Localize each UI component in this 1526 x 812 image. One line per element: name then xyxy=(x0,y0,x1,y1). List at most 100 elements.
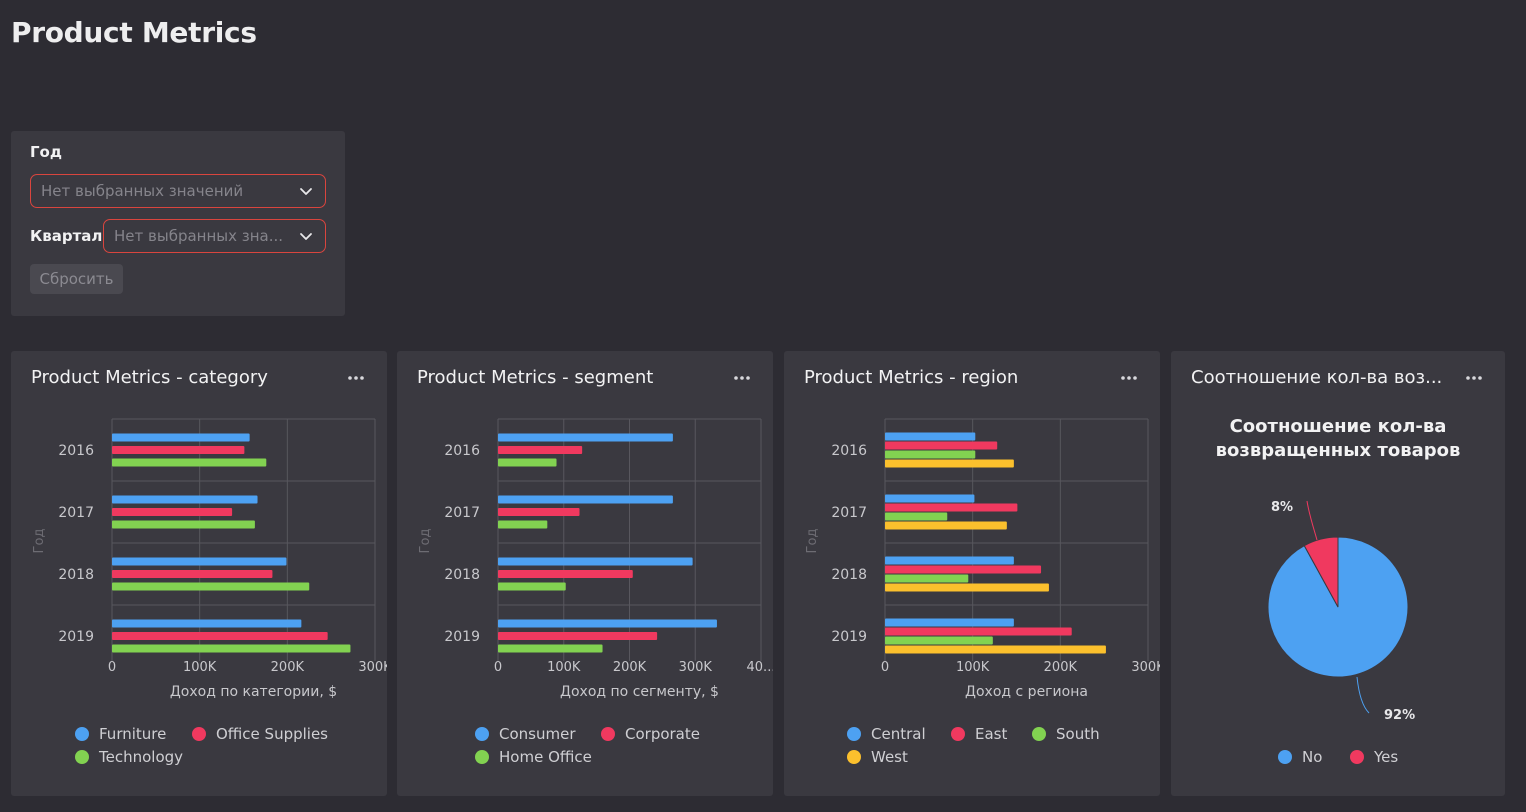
x-tick-label: 200K xyxy=(1044,660,1078,675)
legend-item[interactable]: Corporate xyxy=(601,725,700,743)
y-tick-label: 2019 xyxy=(444,629,480,645)
bar-chart-region: 0 100K 200K 300K 2016 2017 2018 2019 Год Доход с … xyxy=(805,418,1160,700)
legend-label: West xyxy=(871,748,908,766)
bar xyxy=(885,512,948,521)
legend-label: East xyxy=(975,725,1008,743)
legend-swatch xyxy=(1350,750,1364,764)
legend-item[interactable]: West xyxy=(847,748,908,766)
y-axis-label: Год xyxy=(32,529,47,554)
bar xyxy=(498,520,548,529)
legend-swatch xyxy=(75,750,89,764)
x-tick-label: 200K xyxy=(613,660,647,675)
legend-item[interactable]: Yes xyxy=(1350,748,1398,766)
year-filter-label: Год xyxy=(30,143,62,161)
legend-swatch xyxy=(601,727,615,741)
bar xyxy=(885,565,1042,574)
x-tick-label: 0 xyxy=(108,660,116,675)
legend-label: Yes xyxy=(1374,748,1399,766)
legend-item[interactable]: Consumer xyxy=(475,725,576,743)
year-select-placeholder: Нет выбранных значений xyxy=(41,182,244,200)
bar xyxy=(885,645,1106,654)
y-tick-label: 2019 xyxy=(831,629,867,645)
y-tick-label: 2016 xyxy=(444,443,480,459)
chart-card-region: Product Metrics - region 0100K200K300K20… xyxy=(784,351,1160,796)
x-tick-label: 300K xyxy=(358,660,387,675)
reset-button[interactable]: Сбросить xyxy=(30,264,123,294)
bar xyxy=(498,570,633,578)
pie-leader-line xyxy=(1356,676,1370,714)
y-tick-label: 2018 xyxy=(58,567,94,583)
legend-swatch xyxy=(475,727,489,741)
bar xyxy=(885,583,1049,592)
bar xyxy=(112,495,258,504)
x-axis-label: Доход по категории, $ xyxy=(170,684,337,700)
bar xyxy=(498,433,673,442)
bar xyxy=(112,644,351,653)
legend-swatch xyxy=(75,727,89,741)
legend-item[interactable]: Office Supplies xyxy=(192,725,328,743)
y-tick-label: 2018 xyxy=(831,567,867,583)
legend-label: Office Supplies xyxy=(216,725,329,743)
chevron-down-icon xyxy=(300,233,312,240)
legend-swatch xyxy=(192,727,206,741)
x-tick-label: 100K xyxy=(183,660,217,675)
bar xyxy=(885,627,1072,636)
bar xyxy=(885,636,993,645)
chart-card-category: Product Metrics - category 0100K200K300K… xyxy=(11,351,387,796)
legend-label: Home Office xyxy=(499,748,592,766)
legend-label: Consumer xyxy=(499,725,576,743)
legend-item[interactable]: Furniture xyxy=(75,725,166,743)
bar xyxy=(498,557,693,566)
legend-label: Corporate xyxy=(625,725,700,743)
bar xyxy=(112,458,267,467)
legend-swatch xyxy=(475,750,489,764)
x-tick-label: 100K xyxy=(956,660,990,675)
legend-item[interactable]: South xyxy=(1032,725,1100,743)
bar xyxy=(498,508,580,516)
bar xyxy=(498,458,557,467)
bar xyxy=(112,557,287,566)
legend-swatch xyxy=(1278,750,1292,764)
chart-card-returns: Соотношение кол-ва воз... Соотношение ко… xyxy=(1171,351,1505,796)
bar xyxy=(112,570,273,578)
bar xyxy=(885,432,976,441)
bar xyxy=(498,582,566,591)
legend-label: No xyxy=(1302,748,1323,766)
legend-item[interactable]: No xyxy=(1278,748,1322,766)
bar-chart-category: 0 100K 200K 300K 2016 2017 2018 2019 Год Доход по… xyxy=(32,418,387,700)
year-select[interactable]: Нет выбранных значений xyxy=(30,174,326,208)
x-tick-label: 0 xyxy=(881,660,889,675)
legend-item[interactable]: Technology xyxy=(75,748,183,766)
legend-item[interactable]: Home Office xyxy=(475,748,592,766)
pie-data-label: 92% xyxy=(1384,708,1415,723)
legend-item[interactable]: Central xyxy=(847,725,926,743)
x-tick-label: 40... xyxy=(747,660,773,675)
filters-panel: Год Нет выбранных значений Квартал Нет в… xyxy=(11,131,345,316)
pie-data-label: 8% xyxy=(1271,500,1293,515)
legend-swatch xyxy=(1032,727,1046,741)
bar xyxy=(885,459,1014,468)
bar xyxy=(112,582,310,591)
x-axis-label: Доход по сегменту, $ xyxy=(560,684,719,700)
bar xyxy=(885,574,969,583)
chart-card-segment: Product Metrics - segment 0 100K 200K 300K 4… xyxy=(397,351,773,796)
x-tick-label: 0 xyxy=(494,660,502,675)
quarter-filter-label: Квартал xyxy=(30,227,103,245)
quarter-select-placeholder: Нет выбранных зна... xyxy=(114,227,284,245)
bar xyxy=(885,618,1014,627)
pie-leader-line xyxy=(1306,500,1318,541)
y-tick-label: 2019 xyxy=(58,629,94,645)
bar xyxy=(498,495,673,504)
bar xyxy=(498,632,658,640)
bar xyxy=(498,446,583,454)
chevron-down-icon xyxy=(300,188,312,195)
legend-label: South xyxy=(1056,725,1100,743)
bar xyxy=(112,433,250,442)
bar xyxy=(885,521,1007,530)
bar xyxy=(885,441,998,450)
quarter-select[interactable]: Нет выбранных зна... xyxy=(103,219,326,253)
bar xyxy=(885,450,976,459)
legend-item[interactable]: East xyxy=(951,725,1007,743)
bar xyxy=(498,644,603,653)
y-tick-label: 2017 xyxy=(444,505,480,521)
